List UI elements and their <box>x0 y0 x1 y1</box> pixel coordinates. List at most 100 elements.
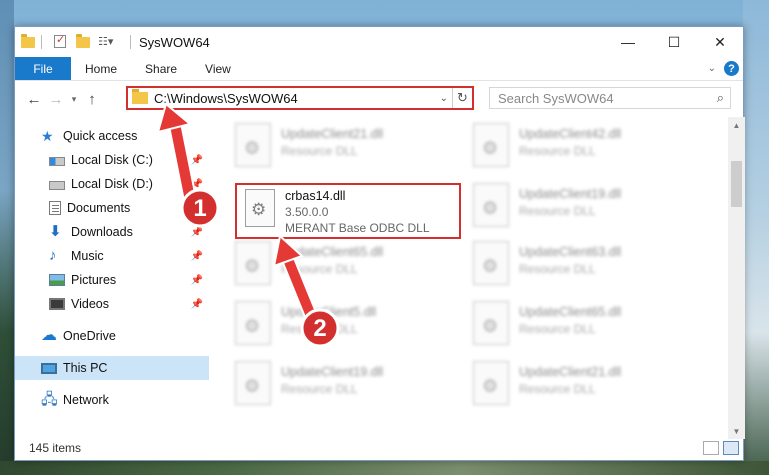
minimize-button[interactable]: — <box>605 27 651 57</box>
file-description: MERANT Base ODBC DLL <box>285 221 430 235</box>
forward-arrow-icon[interactable]: → <box>45 91 67 108</box>
nav-item-label: This PC <box>63 361 108 375</box>
pin-icon[interactable]: 📌 <box>191 299 203 310</box>
file-name: UpdateClient19.dll <box>281 365 384 379</box>
pin-icon[interactable]: 📌 <box>191 179 203 190</box>
file-item[interactable]: ⚙ UpdateClient19.dll Resource DLL <box>235 361 465 413</box>
scroll-thumb[interactable] <box>731 161 742 207</box>
pin-icon[interactable]: 📌 <box>191 227 203 238</box>
file-name: UpdateClient21.dll <box>519 365 622 379</box>
nav-item-onedrive[interactable]: ☁ OneDrive <box>15 324 209 348</box>
explorer-window: ☷▾ SysWOW64 — ☐ ✕ File Home Share View ⌄… <box>14 26 745 461</box>
new-folder-icon[interactable] <box>76 34 90 49</box>
star-icon: ★ <box>41 128 54 144</box>
file-item[interactable]: ⚙ UpdateClient42.dll Resource DLL <box>473 123 703 175</box>
status-bar: 145 items <box>15 436 745 460</box>
dll-file-icon: ⚙ <box>473 123 509 167</box>
nav-item-label: Pictures <box>71 273 117 287</box>
file-type: Resource DLL <box>519 204 596 218</box>
nav-item-videos[interactable]: Videos 📌 <box>15 292 209 316</box>
back-arrow-icon[interactable]: ← <box>23 91 45 108</box>
videos-icon <box>49 298 65 310</box>
details-view-icon[interactable] <box>703 441 719 455</box>
search-icon[interactable]: ⌕ <box>717 90 724 106</box>
item-count: 145 items <box>29 441 82 455</box>
nav-item-this-pc[interactable]: This PC <box>15 356 209 380</box>
file-name: UpdateClient42.dll <box>519 127 622 141</box>
drive-icon <box>49 181 65 190</box>
properties-icon[interactable] <box>54 33 68 49</box>
ribbon-tabs: File Home Share View ⌄ ? <box>15 57 743 81</box>
view-buttons <box>703 441 739 455</box>
address-path[interactable]: C:\Windows\SysWOW64 <box>154 91 436 106</box>
search-input[interactable]: Search SysWOW64 ⌕ <box>489 87 731 109</box>
file-type: Resource DLL <box>519 322 596 336</box>
cloud-icon: ☁ <box>41 327 57 344</box>
vertical-scrollbar[interactable]: ▲ ▼ <box>728 117 745 439</box>
nav-item-local-disk-c[interactable]: Local Disk (C:) 📌 <box>15 148 209 172</box>
dll-file-icon: ⚙ <box>473 361 509 405</box>
computer-icon <box>41 362 57 374</box>
customize-toolbar-icon[interactable]: ☷▾ <box>98 35 124 49</box>
pin-icon[interactable]: 📌 <box>191 251 203 262</box>
download-icon: ⬇ <box>49 223 62 240</box>
nav-item-documents[interactable]: Documents 📌 <box>15 196 209 220</box>
tab-share[interactable]: Share <box>131 57 191 80</box>
chevron-down-icon[interactable]: ⌄ <box>708 63 716 74</box>
window-title: SysWOW64 <box>139 34 210 50</box>
nav-item-label: OneDrive <box>63 329 116 343</box>
drive-icon <box>49 157 65 166</box>
nav-item-music[interactable]: ♪ Music 📌 <box>15 244 209 268</box>
tiles-view-icon[interactable] <box>723 441 739 455</box>
file-name: UpdateClient5.dll <box>281 305 377 319</box>
nav-item-downloads[interactable]: ⬇ Downloads 📌 <box>15 220 209 244</box>
chevron-down-icon[interactable]: ⌄ <box>436 93 452 104</box>
file-name: UpdateClient65.dll <box>281 245 384 259</box>
folder-icon[interactable] <box>21 34 35 49</box>
navigation-pane: ★ Quick access Local Disk (C:) 📌 Local D… <box>15 117 211 439</box>
file-name: UpdateClient65.dll <box>519 305 622 319</box>
recent-locations-icon[interactable]: ▾ <box>67 94 81 105</box>
file-item[interactable]: ⚙ UpdateClient21.dll Resource DLL <box>473 361 703 413</box>
dll-file-icon: ⚙ <box>473 241 509 285</box>
divider <box>41 35 42 49</box>
tab-file[interactable]: File <box>15 57 71 80</box>
window-controls: — ☐ ✕ <box>605 27 743 57</box>
file-name: UpdateClient21.dll <box>281 127 384 141</box>
file-item[interactable]: ⚙ UpdateClient19.dll Resource DLL <box>473 183 703 235</box>
nav-item-quick-access[interactable]: ★ Quick access <box>15 124 209 148</box>
scroll-up-icon[interactable]: ▲ <box>728 117 745 133</box>
tab-home[interactable]: Home <box>71 57 131 80</box>
nav-item-pictures[interactable]: Pictures 📌 <box>15 268 209 292</box>
address-bar[interactable]: C:\Windows\SysWOW64 ⌄ ↻ <box>126 86 474 110</box>
pin-icon[interactable]: 📌 <box>191 155 203 166</box>
file-type: Resource DLL <box>519 144 596 158</box>
nav-item-local-disk-d[interactable]: Local Disk (D:) 📌 <box>15 172 209 196</box>
pin-icon[interactable]: 📌 <box>191 275 203 286</box>
nav-item-label: Music <box>71 249 104 263</box>
file-version: 3.50.0.0 <box>285 205 329 219</box>
file-item[interactable]: ⚙ UpdateClient21.dll Resource DLL <box>235 123 465 175</box>
highlighted-file-item[interactable]: ⚙ crbas14.dll 3.50.0.0 MERANT Base ODBC … <box>235 183 461 239</box>
nav-item-label: Quick access <box>63 129 138 143</box>
file-item[interactable]: ⚙ UpdateClient63.dll Resource DLL <box>473 241 703 293</box>
refresh-icon[interactable]: ↻ <box>452 88 472 108</box>
file-type: Resource DLL <box>519 262 596 276</box>
navigation-bar: ← → ▾ ↑ C:\Windows\SysWOW64 ⌄ ↻ Search S… <box>15 81 743 117</box>
maximize-button[interactable]: ☐ <box>651 27 697 57</box>
pin-icon[interactable]: 📌 <box>191 203 203 214</box>
tab-view[interactable]: View <box>191 57 245 80</box>
nav-item-network[interactable]: 🖧 Network <box>15 388 209 412</box>
file-item[interactable]: ⚙ UpdateClient65.dll Resource DLL <box>473 301 703 353</box>
dll-file-icon: ⚙ <box>473 183 509 227</box>
file-type: Resource DLL <box>281 144 358 158</box>
file-item[interactable]: ⚙ UpdateClient5.dll Resource DLL <box>235 301 465 353</box>
nav-item-label: Documents <box>67 201 131 215</box>
file-item[interactable]: ⚙ UpdateClient65.dll Resource DLL <box>235 241 465 293</box>
help-icon[interactable]: ? <box>724 61 739 76</box>
close-button[interactable]: ✕ <box>697 27 743 57</box>
ribbon-right: ⌄ ? <box>708 61 739 76</box>
documents-icon <box>49 201 61 215</box>
dll-file-icon: ⚙ <box>245 189 275 227</box>
up-arrow-icon[interactable]: ↑ <box>81 91 103 108</box>
